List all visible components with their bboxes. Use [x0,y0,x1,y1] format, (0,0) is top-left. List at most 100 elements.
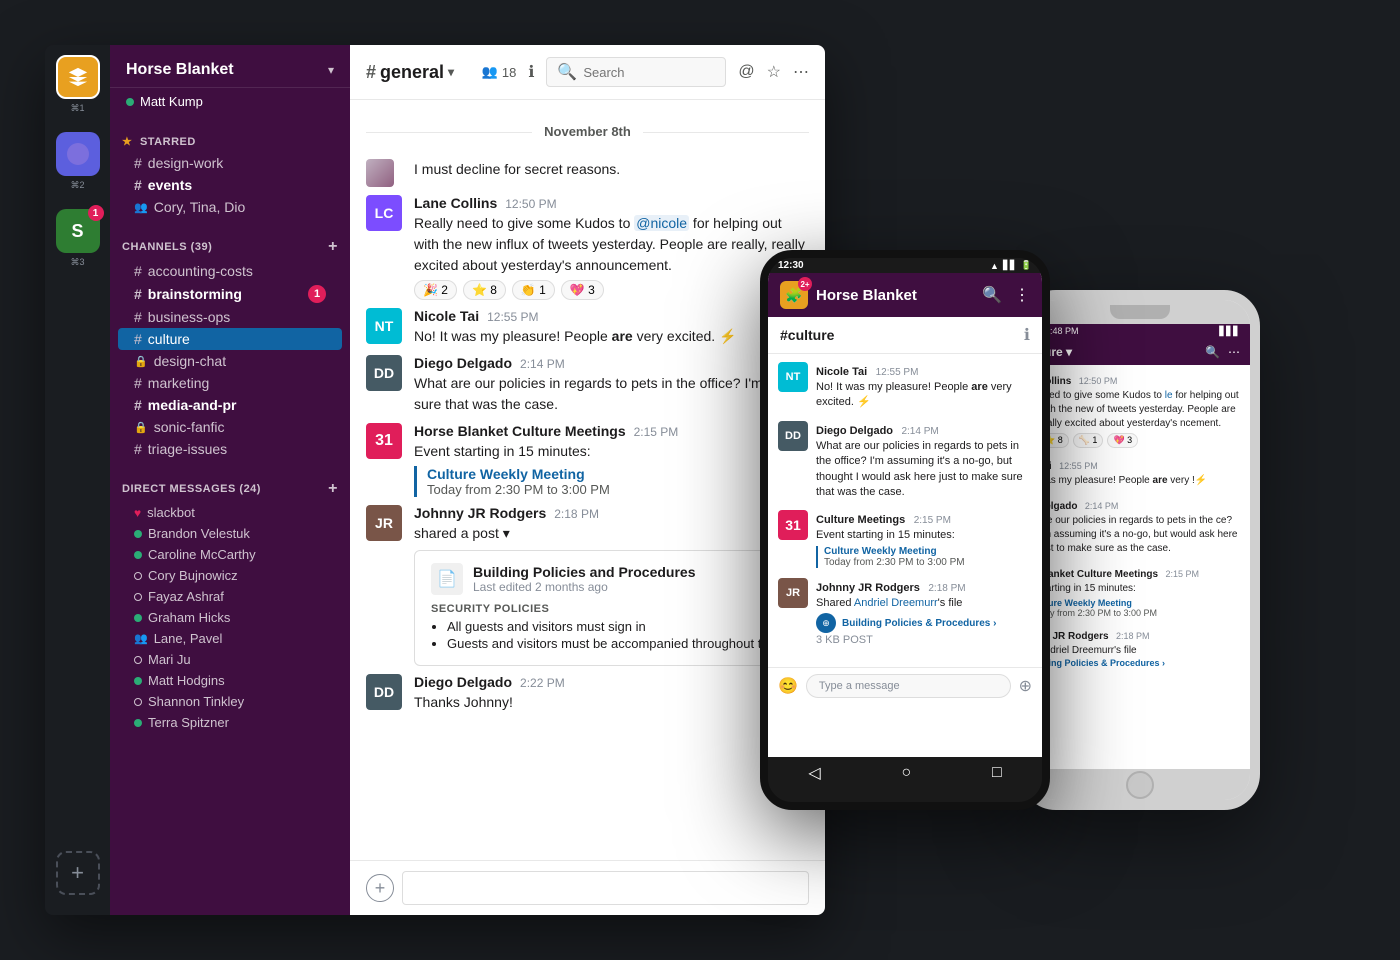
add-channel-button[interactable]: + [328,238,338,256]
dm-terra[interactable]: Terra Spitzner [118,712,342,733]
dm-lane-pavel[interactable]: 👥 Lane, Pavel [118,628,342,649]
iphone-emoji-reaction[interactable]: 💖 3 [1107,433,1138,448]
phone-msg-content: Nicole Tai 12:55 PM No! It was my pleasu… [816,362,1032,411]
sidebar-item-design-chat[interactable]: 🔒 design-chat [118,350,342,372]
sidebar-item-triage-issues[interactable]: # triage-issues [118,438,342,460]
dm-brandon[interactable]: Brandon Velestuk [118,523,342,544]
phone-message-input[interactable]: Type a message [806,674,1011,698]
member-count[interactable]: 👥 18 [482,64,517,80]
message-time: 2:15 PM [634,425,679,439]
message-header: Diego Delgado 2:14 PM [414,355,809,371]
info-icon[interactable]: ℹ [528,62,534,82]
android-back-icon[interactable]: ◁ [808,763,820,783]
sidebar-item-business-ops[interactable]: # business-ops [118,306,342,328]
message-text: Thanks Johnny! [414,692,809,713]
event-card: Culture Weekly Meeting Today from 2:30 P… [414,466,809,497]
message-author: Johnny JR Rodgers [414,505,546,521]
dm-graham[interactable]: Graham Hicks [118,607,342,628]
phone-channel-info-icon[interactable]: ℹ [1024,325,1030,345]
iphone-emoji-reaction[interactable]: 🦴 1 [1073,433,1104,448]
starred-label: ★ STARRED [122,135,196,148]
phone-add-icon[interactable]: ⊕ [1019,676,1032,696]
sidebar-item-media-and-pr[interactable]: # media-and-pr [118,394,342,416]
sidebar-item-accounting-costs[interactable]: # accounting-costs [118,260,342,282]
emoji-reactions: 🎉 2 ⭐ 8 👏 1 💖 3 [414,280,809,300]
sidebar-item-events[interactable]: # events [118,174,342,196]
iphone-home-button[interactable] [1126,771,1154,799]
android-home-icon[interactable]: ○ [901,764,911,782]
message-author: Diego Delgado [414,355,512,371]
add-dm-button[interactable]: + [328,480,338,498]
android-time: 12:30 [778,260,804,271]
phone-shared-title[interactable]: Building Policies & Procedures › [842,618,996,629]
channel-hash-icon: # [134,177,142,193]
add-workspace-button[interactable]: + [56,851,100,895]
dm-mari[interactable]: Mari Ju [118,649,342,670]
phone-workspace-name: Horse Blanket [816,287,917,304]
sidebar-item-design-work[interactable]: # design-work [118,152,342,174]
status-dot-offline [134,572,142,580]
user-status-dot [126,98,134,106]
workspace-dropdown-icon[interactable]: ▾ [328,63,334,77]
sidebar-item-brainstorming[interactable]: # brainstorming 1 [118,282,342,306]
emoji-reaction[interactable]: 👏 1 [512,280,555,300]
search-input[interactable] [583,65,715,80]
iphone-shared-title[interactable]: ilding Policies & Procedures › [1038,658,1242,668]
sidebar: Horse Blanket ▾ Matt Kump ★ STARRED # de… [110,45,350,915]
group-icon: 👥 [134,201,148,214]
message-content: Lane Collins 12:50 PM Really need to giv… [414,195,809,300]
iphone-more-icon[interactable]: ⋯ [1228,345,1240,359]
iphone-event-title[interactable]: ture Weekly Meeting [1045,598,1242,608]
workspace-icon-2[interactable] [56,132,100,176]
iphone-msg-text: starting in 15 minutes: [1038,582,1242,596]
star-icon[interactable]: ☆ [767,62,781,82]
phone-event-title[interactable]: Culture Weekly Meeting [824,546,1032,557]
group-icon: 👥 [134,632,148,645]
channels-section: CHANNELS (39) + # accounting-costs # bra… [110,222,350,464]
phone-more-icon[interactable]: ⋮ [1014,285,1030,305]
message-content: Johnny JR Rodgers 2:18 PM shared a post … [414,505,809,666]
dm-cory[interactable]: Cory Bujnowicz [118,565,342,586]
channel-dropdown-icon[interactable]: ▾ [448,65,454,79]
iphone-msg-author: Blanket Culture Meetings [1038,569,1158,580]
message-time: 2:14 PM [520,357,565,371]
post-title[interactable]: Building Policies and Procedures [473,564,696,580]
phone-msg-header: Nicole Tai 12:55 PM [816,362,1032,380]
sidebar-item-marketing[interactable]: # marketing [118,372,342,394]
iphone-msg-time: 12:50 PM [1079,376,1118,386]
workspace-icon-3[interactable]: S 1 [56,209,100,253]
message-input[interactable] [402,871,809,905]
iphone-bottom [1030,769,1250,800]
avatar: NT [366,308,402,344]
phone-msg-author: Nicole Tai [816,366,867,378]
message-text: shared a post ▾ [414,523,809,544]
sidebar-item-sonic-fanfic[interactable]: 🔒 sonic-fanfic [118,416,342,438]
message-header: Lane Collins 12:50 PM [414,195,809,211]
phone-emoji-icon[interactable]: 😊 [778,676,798,696]
unread-badge: 1 [308,285,326,303]
dm-matt[interactable]: Matt Hodgins [118,670,342,691]
phone-avatar: JR [778,578,808,608]
emoji-reaction[interactable]: 💖 3 [561,280,604,300]
at-icon[interactable]: @ [738,63,754,81]
channel-hash-icon: # [134,441,142,457]
android-screen: 🧩 2+ Horse Blanket 🔍 ⋮ #culture ℹ NT [768,273,1042,757]
sidebar-item-culture[interactable]: # culture [118,328,342,350]
phone-msg-author: Johnny JR Rodgers [816,582,920,594]
sidebar-item-events-members[interactable]: 👥 Cory, Tina, Dio [118,196,342,218]
dm-caroline[interactable]: Caroline McCarthy [118,544,342,565]
more-icon[interactable]: ⋯ [793,62,809,82]
emoji-reaction[interactable]: ⭐ 8 [463,280,506,300]
dm-fayaz[interactable]: Fayaz Ashraf [118,586,342,607]
dm-slackbot[interactable]: ♥ slackbot [118,502,342,523]
android-recent-icon[interactable]: □ [992,764,1002,782]
add-attachment-button[interactable]: + [366,874,394,902]
phone-msg-text: Event starting in 15 minutes: [816,528,1032,543]
phone-search-icon[interactable]: 🔍 [982,285,1002,305]
workspace-icon-1[interactable] [56,55,100,99]
iphone-search-icon[interactable]: 🔍 [1205,345,1220,359]
emoji-reaction[interactable]: 🎉 2 [414,280,457,300]
event-title[interactable]: Culture Weekly Meeting [427,466,809,482]
status-dot-online [134,530,142,538]
dm-shannon[interactable]: Shannon Tinkley [118,691,342,712]
